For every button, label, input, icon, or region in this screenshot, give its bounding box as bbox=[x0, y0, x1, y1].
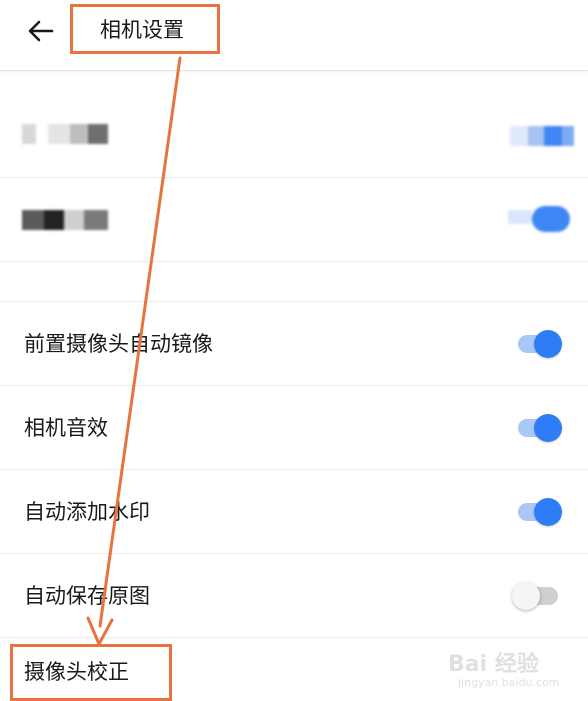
toggle-knob bbox=[534, 414, 562, 442]
auto-watermark-toggle[interactable] bbox=[514, 492, 566, 532]
setting-label: 自动添加水印 bbox=[24, 500, 150, 524]
toggle-knob bbox=[512, 582, 540, 610]
front-mirror-toggle[interactable] bbox=[514, 324, 566, 364]
page-title: 相机设置 bbox=[100, 18, 184, 42]
toggle-knob bbox=[534, 498, 562, 526]
setting-label: 自动保存原图 bbox=[24, 584, 150, 608]
section-spacer bbox=[0, 262, 588, 302]
blurred-setting-row-2[interactable] bbox=[0, 178, 588, 262]
app-header: 相机设置 bbox=[0, 0, 588, 71]
setting-row-front-mirror[interactable]: 前置摄像头自动镜像 bbox=[0, 302, 588, 386]
arrow-left-icon[interactable] bbox=[26, 16, 56, 46]
watermark-logo-text: Bai 经验 bbox=[448, 652, 539, 677]
blurred-value bbox=[510, 126, 574, 146]
watermark-url: jingyan.baidu.com bbox=[458, 676, 560, 689]
setting-label: 前置摄像头自动镜像 bbox=[24, 332, 213, 356]
setting-row-save-original[interactable]: 自动保存原图 bbox=[0, 554, 588, 638]
camera-sound-toggle[interactable] bbox=[514, 408, 566, 448]
save-original-toggle[interactable] bbox=[512, 576, 566, 616]
setting-label: 相机音效 bbox=[24, 416, 108, 440]
setting-row-auto-watermark[interactable]: 自动添加水印 bbox=[0, 470, 588, 554]
baidu-watermark: Bai 经验 jingyan.baidu.com bbox=[448, 644, 578, 694]
calibration-annotation-box bbox=[10, 644, 172, 701]
blurred-label bbox=[22, 208, 108, 232]
blurred-value bbox=[508, 206, 570, 232]
toggle-knob bbox=[534, 330, 562, 358]
blurred-setting-row-1[interactable] bbox=[0, 92, 588, 178]
blurred-label bbox=[22, 122, 108, 146]
setting-row-camera-sound[interactable]: 相机音效 bbox=[0, 386, 588, 470]
